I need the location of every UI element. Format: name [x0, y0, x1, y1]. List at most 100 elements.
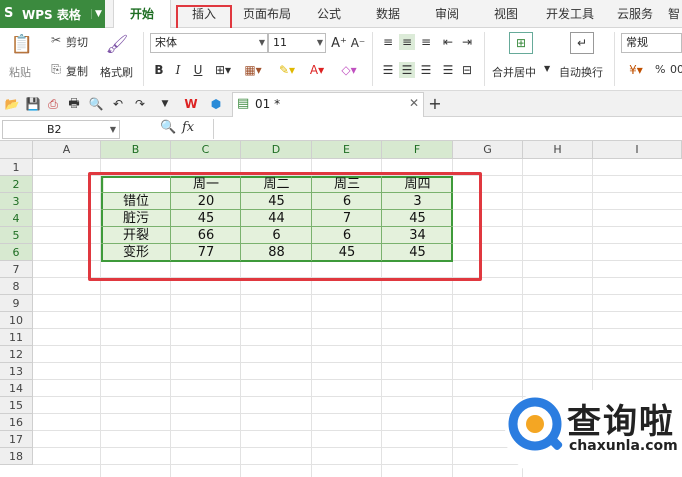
wrap-text-button[interactable]: 自动换行	[559, 64, 603, 80]
align-right-icon[interactable]: ☰	[418, 62, 434, 78]
tab-review[interactable]: 审阅	[423, 0, 471, 28]
percent-button[interactable]: %	[655, 63, 665, 76]
tab-page-layout[interactable]: 页面布局	[237, 0, 297, 28]
export-pdf-icon[interactable]: ⎙	[45, 96, 61, 112]
format-painter-icon[interactable]: 🖌	[104, 31, 130, 57]
row-header-10[interactable]: 10	[0, 312, 33, 329]
print-icon[interactable]: 🖶	[66, 96, 82, 112]
row-header-1[interactable]: 1	[0, 159, 33, 176]
borders-icon[interactable]: ⊞▾	[213, 61, 233, 79]
close-icon[interactable]: ✕	[409, 96, 419, 110]
highlight-icon[interactable]: ✎▾	[276, 61, 298, 79]
row-header-14[interactable]: 14	[0, 380, 33, 397]
currency-icon[interactable]: ¥▾	[624, 61, 648, 79]
justify-icon[interactable]: ☰	[440, 62, 456, 78]
underline-icon[interactable]: U	[191, 61, 205, 79]
chevron-down-icon: ▼	[316, 38, 323, 47]
row-header-12[interactable]: 12	[0, 346, 33, 363]
copy-button[interactable]: 复制	[66, 63, 88, 79]
indent-increase-icon[interactable]: ⇥	[459, 34, 475, 50]
document-tab[interactable]: ▤ 01 * ✕	[232, 92, 424, 117]
row-header-18[interactable]: 18	[0, 448, 33, 465]
tab-formula[interactable]: 公式	[305, 0, 353, 28]
align-left-icon[interactable]: ☰	[380, 62, 396, 78]
column-header-b[interactable]: B	[101, 141, 171, 159]
fx-icon[interactable]: fx	[182, 120, 194, 135]
column-header-g[interactable]: G	[453, 141, 523, 159]
row-header-16[interactable]: 16	[0, 414, 33, 431]
column-header-h[interactable]: H	[523, 141, 593, 159]
zoom-icon[interactable]: 🔍	[160, 120, 176, 135]
italic-icon[interactable]: I	[171, 61, 185, 79]
increase-font-icon[interactable]: A⁺	[331, 34, 347, 52]
column-header-i[interactable]: I	[593, 141, 682, 159]
name-box[interactable]: B2 ▼	[2, 120, 120, 139]
row-header-7[interactable]: 7	[0, 261, 33, 278]
chevron-down-icon[interactable]: ▼	[158, 96, 172, 112]
row-header-13[interactable]: 13	[0, 363, 33, 380]
row-header-3[interactable]: 3	[0, 193, 33, 210]
clear-format-icon[interactable]: ◇▾	[338, 61, 360, 79]
align-center-icon[interactable]: ☰	[399, 62, 415, 78]
row-header-4[interactable]: 4	[0, 210, 33, 227]
indent-decrease-icon[interactable]: ⇤	[440, 34, 456, 50]
align-bottom-icon[interactable]: ≡	[418, 34, 434, 50]
font-size-select[interactable]: 11 ▼	[268, 33, 326, 53]
chevron-down-icon[interactable]: ▼	[544, 64, 550, 73]
cube-icon[interactable]: ⬢	[208, 96, 224, 112]
select-all-corner[interactable]	[0, 141, 33, 159]
app-menu-button[interactable]: S WPS 表格 ▼	[0, 0, 105, 28]
row-header-11[interactable]: 11	[0, 329, 33, 346]
number-format-select[interactable]: 常规	[621, 33, 682, 53]
cell-fill-icon[interactable]: ▦▾	[242, 61, 264, 79]
paste-label[interactable]: 粘贴	[9, 64, 31, 80]
undo-icon[interactable]: ↶	[110, 96, 126, 112]
row-header-17[interactable]: 17	[0, 431, 33, 448]
chevron-down-icon[interactable]: ▼	[91, 9, 105, 19]
formula-input[interactable]	[213, 119, 682, 139]
open-folder-icon[interactable]: 📂	[4, 96, 20, 112]
wps-logo-icon: S	[4, 6, 14, 21]
merge-center-icon[interactable]: ⊞	[509, 32, 533, 54]
new-tab-icon[interactable]: +	[428, 94, 442, 113]
tab-view[interactable]: 视图	[482, 0, 530, 28]
comma-style-icon[interactable]: 000	[670, 63, 682, 76]
font-color-icon[interactable]: A▾	[306, 61, 328, 79]
tab-developer[interactable]: 开发工具	[540, 0, 600, 28]
cut-button[interactable]: 剪切	[66, 34, 88, 50]
wrap-text-icon[interactable]: ↵	[570, 32, 594, 54]
clipboard-icon[interactable]: 📋	[10, 32, 34, 56]
tab-cloud[interactable]: 云服务	[610, 0, 660, 28]
distribute-icon[interactable]: ⊟	[459, 62, 475, 78]
format-painter-button[interactable]: 格式刷	[100, 64, 133, 80]
decrease-font-icon[interactable]: A⁻	[350, 34, 366, 52]
tab-data[interactable]: 数据	[364, 0, 412, 28]
wps-w-icon[interactable]: W	[182, 96, 200, 112]
column-header-a[interactable]: A	[33, 141, 101, 159]
row-header-5[interactable]: 5	[0, 227, 33, 244]
column-header-f[interactable]: F	[382, 141, 453, 159]
merge-center-button[interactable]: 合并居中	[492, 64, 536, 80]
font-name-select[interactable]: 宋体 ▼	[150, 33, 268, 53]
row-header-8[interactable]: 8	[0, 278, 33, 295]
bold-icon[interactable]: B	[152, 61, 166, 79]
column-header-c[interactable]: C	[171, 141, 241, 159]
tab-more[interactable]: 智	[666, 0, 682, 28]
column-header-e[interactable]: E	[312, 141, 382, 159]
gridline-row	[33, 345, 682, 346]
align-top-icon[interactable]: ≡	[380, 34, 396, 50]
copy-icon[interactable]: ⎘	[49, 62, 63, 76]
row-header-2[interactable]: 2	[0, 176, 33, 193]
gridline-row	[33, 379, 682, 380]
column-header-d[interactable]: D	[241, 141, 312, 159]
align-middle-icon[interactable]: ≡	[399, 34, 415, 50]
row-header-9[interactable]: 9	[0, 295, 33, 312]
tab-home[interactable]: 开始	[113, 0, 171, 29]
row-header-6[interactable]: 6	[0, 244, 33, 261]
gridline-row	[33, 294, 682, 295]
save-icon[interactable]: 💾	[25, 96, 41, 112]
redo-icon[interactable]: ↷	[132, 96, 148, 112]
scissors-icon[interactable]: ✂	[49, 33, 63, 47]
row-header-15[interactable]: 15	[0, 397, 33, 414]
print-preview-icon[interactable]: 🔍	[88, 96, 104, 112]
